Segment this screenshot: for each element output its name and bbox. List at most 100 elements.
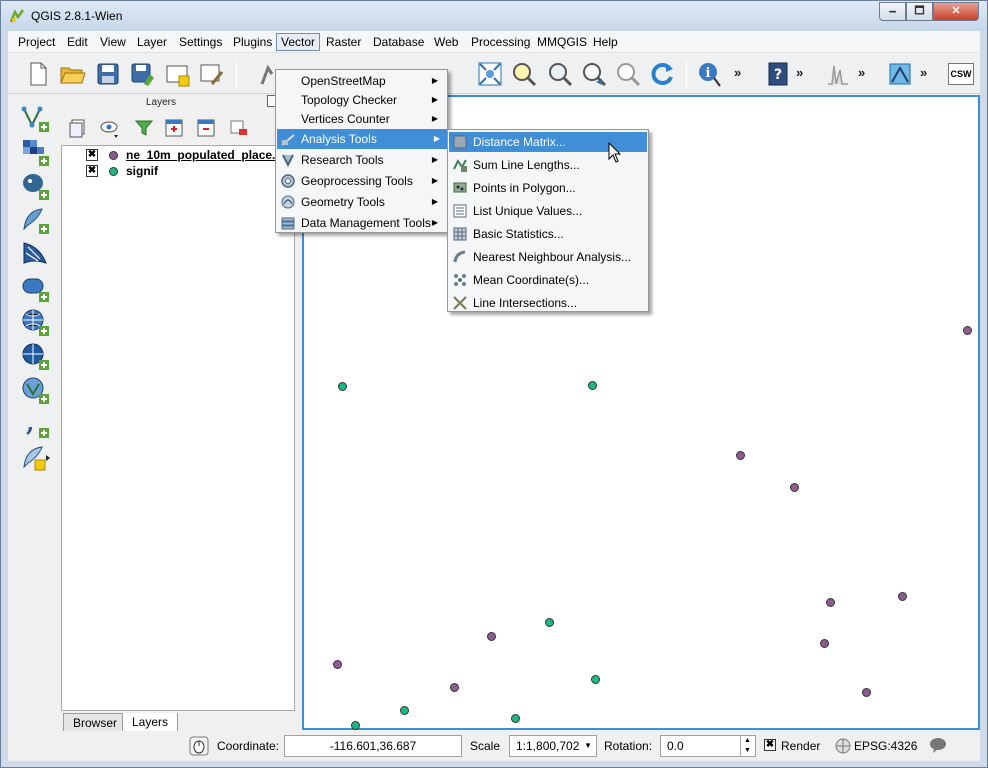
layer-visibility-checkbox[interactable]: ✖ <box>86 149 98 161</box>
georeferencer-icon[interactable] <box>886 60 914 88</box>
analysis-mean-coordinates[interactable]: Mean Coordinate(s)... <box>449 270 647 290</box>
add-vector-layer-icon[interactable] <box>20 103 50 133</box>
menu-project[interactable]: Project <box>14 33 59 51</box>
menu-item-label: Data Management Tools <box>301 216 431 230</box>
crs-label[interactable]: EPSG:4326 <box>854 739 917 753</box>
menu-mmqgis[interactable]: MMQGIS <box>533 33 591 51</box>
vector-menu-research-tools[interactable]: Research Tools ▶ <box>277 150 446 170</box>
menu-item-label: Line Intersections... <box>473 296 578 310</box>
analysis-list-unique-values[interactable]: List Unique Values... <box>449 201 647 221</box>
submenu-arrow-icon: ▶ <box>431 176 438 185</box>
menu-plugins[interactable]: Plugins <box>229 33 276 51</box>
collapse-all-icon[interactable] <box>195 117 217 139</box>
submenu-arrow-icon: ▶ <box>431 95 438 104</box>
minimize-button[interactable]: 🗕 <box>879 2 906 21</box>
save-as-icon[interactable] <box>128 60 156 88</box>
render-checkbox[interactable]: ✖ <box>764 739 776 751</box>
remove-layer-icon[interactable] <box>227 117 249 139</box>
menu-bar: Project Edit View Layer Settings Plugins… <box>8 31 980 53</box>
identify-features-icon[interactable]: i <box>696 60 724 88</box>
new-shapefile-layer-icon[interactable] <box>20 443 50 473</box>
vector-menu-geometry-tools[interactable]: Geometry Tools ▶ <box>277 192 446 212</box>
menu-help[interactable]: Help <box>589 33 622 51</box>
add-wfs-layer-icon[interactable] <box>20 375 50 405</box>
expand-all-icon[interactable] <box>163 117 185 139</box>
vector-menu-openstreetmap[interactable]: OpenStreetMap ▶ <box>277 71 446 91</box>
menu-processing[interactable]: Processing <box>467 33 534 51</box>
vector-menu-vertices-counter[interactable]: Vertices Counter ▶ <box>277 109 446 129</box>
qgis-window: QGIS 2.8.1-Wien 🗕 🗖 ✕ Project Edit View … <box>0 0 988 768</box>
add-postgis-layer-icon[interactable] <box>20 171 50 201</box>
new-print-composer-icon[interactable] <box>164 60 192 88</box>
window-title: QGIS 2.8.1-Wien <box>31 9 123 23</box>
menu-item-label: Topology Checker <box>301 93 398 107</box>
layers-panel-title: Layers <box>145 97 176 108</box>
zoom-last-icon[interactable] <box>580 60 608 88</box>
new-project-icon[interactable] <box>24 60 52 88</box>
add-oracle-layer-icon[interactable] <box>20 273 50 303</box>
add-mssql-layer-icon[interactable] <box>20 239 50 269</box>
menu-database[interactable]: Database <box>369 33 428 51</box>
add-raster-layer-icon[interactable] <box>20 137 50 167</box>
analysis-basic-statistics[interactable]: Basic Statistics... <box>449 224 647 244</box>
analysis-line-intersections[interactable]: Line Intersections... <box>449 293 647 313</box>
histogram-icon[interactable] <box>824 60 852 88</box>
help-contents-icon[interactable]: ? <box>764 60 792 88</box>
menu-item-label: Geometry Tools <box>301 195 385 209</box>
layer-row[interactable]: ✖ ne_10m_populated_place... <box>62 147 294 163</box>
map-point <box>591 675 600 684</box>
map-point <box>511 714 520 723</box>
add-delimited-text-layer-icon[interactable]: , <box>20 408 50 439</box>
filter-legend-icon[interactable] <box>133 117 155 139</box>
analysis-points-in-polygon[interactable]: Points in Polygon... <box>449 178 647 198</box>
analysis-nearest-neighbour[interactable]: Nearest Neighbour Analysis... <box>449 247 647 267</box>
refresh-icon[interactable] <box>648 60 676 88</box>
menu-view[interactable]: View <box>96 33 130 51</box>
layer-styling-icon[interactable] <box>67 117 89 139</box>
save-project-icon[interactable] <box>94 60 122 88</box>
maximize-button[interactable]: 🗖 <box>906 2 933 21</box>
close-button[interactable]: ✕ <box>933 2 979 21</box>
vector-menu-analysis-tools[interactable]: Analysis Tools ▶ <box>277 129 448 149</box>
zoom-to-selection-icon[interactable] <box>510 60 538 88</box>
mouse-coordinate-icon[interactable] <box>189 736 209 756</box>
scale-combobox[interactable]: 1:1,800,702 ▼ <box>509 735 597 757</box>
zoom-full-icon[interactable] <box>476 60 504 88</box>
spin-arrows-icon[interactable]: ▲ ▼ <box>740 736 754 756</box>
tab-browser[interactable]: Browser <box>63 713 128 732</box>
rotation-spinbox[interactable]: 0.0 ▲ ▼ <box>660 735 756 757</box>
add-wms-layer-icon[interactable] <box>20 307 50 337</box>
menu-layer[interactable]: Layer <box>133 33 171 51</box>
menu-raster[interactable]: Raster <box>322 33 365 51</box>
toolbar-overflow-1[interactable]: » <box>734 65 741 80</box>
toolbar-overflow-3[interactable]: » <box>858 65 865 80</box>
menu-web[interactable]: Web <box>430 33 462 51</box>
crs-globe-icon[interactable] <box>835 738 851 754</box>
layer-visibility-checkbox[interactable]: ✖ <box>86 165 98 177</box>
visibility-eye-icon[interactable] <box>99 117 121 139</box>
add-wcs-layer-icon[interactable] <box>20 341 50 371</box>
tab-layers[interactable]: Layers <box>122 713 179 733</box>
add-spatialite-layer-icon[interactable] <box>20 205 50 235</box>
analysis-icon <box>280 131 296 147</box>
data-source-toolbar: , <box>8 95 56 735</box>
vector-menu-geoprocessing-tools[interactable]: Geoprocessing Tools ▶ <box>277 171 446 191</box>
map-point <box>588 381 597 390</box>
csw-icon[interactable]: CSW <box>948 63 974 85</box>
menu-settings[interactable]: Settings <box>175 33 226 51</box>
open-project-icon[interactable] <box>58 60 86 88</box>
composer-manager-icon[interactable] <box>198 60 226 88</box>
toolbar-overflow-4[interactable]: » <box>920 65 927 80</box>
zoom-next-icon[interactable] <box>614 60 642 88</box>
messages-icon[interactable] <box>929 737 947 753</box>
vector-menu-data-management-tools[interactable]: Data Management Tools ▶ <box>277 213 446 233</box>
zoom-to-layer-icon[interactable] <box>546 60 574 88</box>
submenu-arrow-icon: ▶ <box>433 134 440 143</box>
menu-edit[interactable]: Edit <box>63 33 92 51</box>
layer-row[interactable]: ✖ signif <box>62 163 294 179</box>
vector-menu-topology-checker[interactable]: Topology Checker ▶ <box>277 90 446 110</box>
toolbar-overflow-2[interactable]: » <box>796 65 803 80</box>
menu-vector[interactable]: Vector <box>276 33 321 51</box>
coordinate-field[interactable]: -116.601,36.687 <box>284 735 462 757</box>
menu-item-label: Nearest Neighbour Analysis... <box>473 250 632 264</box>
